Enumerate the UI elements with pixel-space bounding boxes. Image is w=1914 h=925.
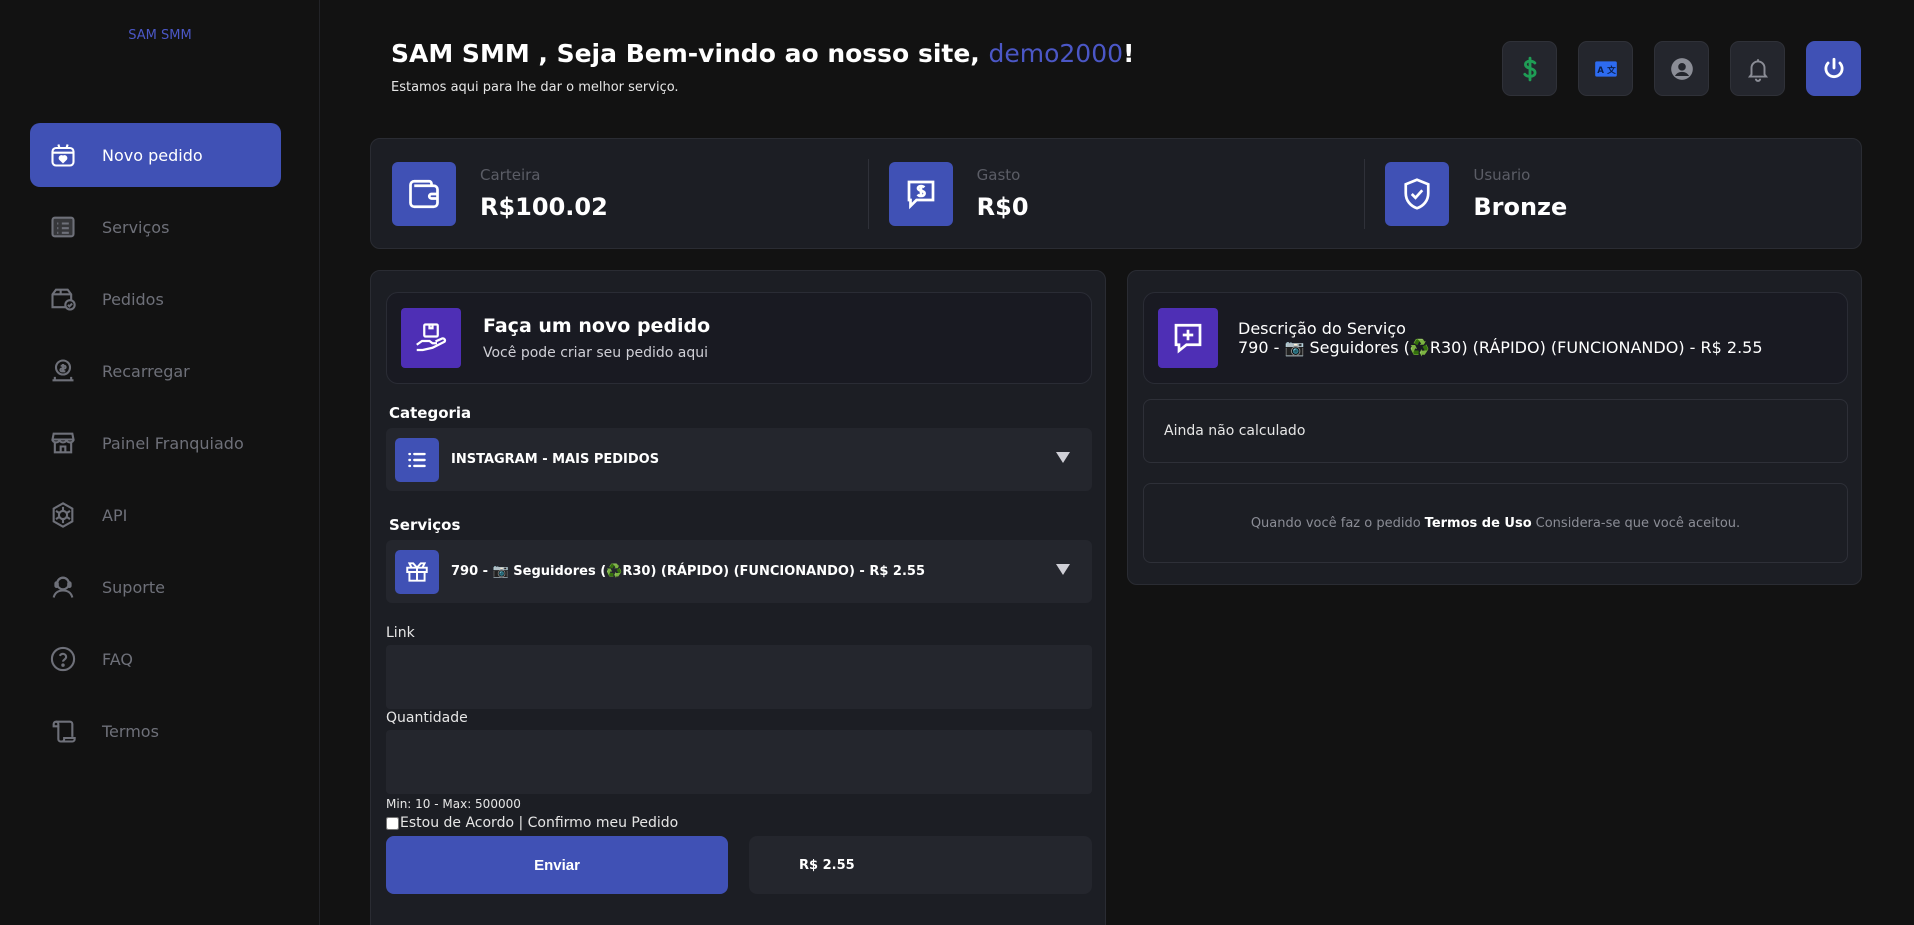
sidebar-item-servicos[interactable]: Serviços (30, 195, 281, 259)
list-icon (395, 437, 439, 482)
logout-button[interactable] (1806, 41, 1861, 96)
brand-logo[interactable]: SAM SMM (0, 28, 320, 43)
sidebar-item-label: Pedidos (102, 289, 164, 309)
order-price: R$ 2.55 (749, 836, 1092, 894)
sidebar-item-label: Termos (102, 721, 159, 741)
agree-checkbox[interactable] (386, 816, 399, 830)
sidebar-item-termos[interactable]: Termos (30, 699, 281, 763)
shield-check-icon (1385, 161, 1450, 226)
notifications-button[interactable] (1730, 41, 1785, 96)
sidebar-item-api[interactable]: API (30, 483, 281, 547)
link-label: Link (386, 625, 415, 641)
quantity-input[interactable] (386, 730, 1092, 794)
bell-icon (1747, 58, 1768, 82)
wallet-icon (392, 161, 456, 226)
sidebar-item-label: Serviços (102, 217, 170, 237)
message-plus-icon (1158, 308, 1218, 368)
stat-value: R$100.02 (480, 193, 608, 221)
sidebar-item-novo-pedido[interactable]: Novo pedido (30, 123, 281, 187)
agree-label: Estou de Acordo | Confirmo meu Pedido (400, 815, 679, 831)
stat-value: Bronze (1473, 193, 1568, 221)
sidebar-item-label: Novo pedido (102, 145, 203, 165)
sidebar: SAM SMM Novo pedido Serviços Pedidos Rec… (0, 0, 320, 925)
new-order-header: Faça um novo pedido Você pode criar seu … (386, 292, 1092, 384)
heart-box-icon (48, 140, 78, 170)
stat-label: Carteira (480, 166, 541, 184)
money-hand-icon (48, 356, 78, 386)
sidebar-nav: Novo pedido Serviços Pedidos Recarregar … (30, 123, 281, 771)
language-button[interactable]: A文 (1578, 41, 1633, 96)
submit-order-button[interactable]: Enviar (386, 836, 728, 894)
stat-spent: Gasto R$0 (867, 139, 1365, 248)
sidebar-item-suporte[interactable]: Suporte (30, 555, 281, 619)
list-icon (48, 212, 78, 242)
description-header: Descrição do Serviço 790 - 📷 Seguidores … (1143, 292, 1848, 384)
store-icon (48, 428, 78, 458)
new-order-subtitle: Você pode criar seu pedido aqui (483, 345, 708, 361)
agree-row: Estou de Acordo | Confirmo meu Pedido (386, 815, 678, 831)
quantity-limits: Min: 10 - Max: 500000 (386, 797, 521, 811)
quantity-label: Quantidade (386, 710, 468, 726)
profile-button[interactable] (1654, 41, 1709, 96)
welcome-subtitle: Estamos aqui para lhe dar o melhor servi… (391, 80, 679, 95)
dollar-icon (1522, 56, 1537, 81)
package-check-icon (48, 284, 78, 314)
service-selected-value: 790 - 📷 Seguidores (♻️R30) (RÁPIDO) (FUN… (451, 564, 925, 579)
terms-prefix: Quando você faz o pedido (1250, 515, 1421, 531)
user-icon (1670, 57, 1693, 80)
description-title: Descrição do Serviço (1238, 319, 1406, 338)
services-label: Serviços (389, 516, 461, 534)
calculation-status: Ainda não calculado (1143, 399, 1848, 463)
new-order-title: Faça um novo pedido (483, 315, 711, 337)
chevron-down-icon (1056, 452, 1070, 463)
translate-icon: A文 (1594, 60, 1617, 77)
category-select[interactable]: INSTAGRAM - MAIS PEDIDOS (386, 428, 1092, 491)
api-gear-icon (48, 500, 78, 530)
terms-notice: Quando você faz o pedido Termos de Uso C… (1143, 483, 1848, 563)
category-label: Categoria (389, 404, 472, 422)
chevron-down-icon (1056, 564, 1070, 575)
support-icon (48, 572, 78, 602)
power-icon (1824, 57, 1843, 78)
description-service: 790 - 📷 Seguidores (♻️R30) (RÁPIDO) (FUN… (1238, 338, 1763, 357)
svg-text:A: A (1597, 65, 1604, 75)
terms-suffix: Considera-se que você aceitou. (1535, 515, 1741, 531)
sidebar-item-label: API (102, 505, 128, 525)
sidebar-item-label: Recarregar (102, 361, 190, 381)
service-description-panel: Descrição do Serviço 790 - 📷 Seguidores … (1127, 270, 1862, 585)
sidebar-item-recarregar[interactable]: Recarregar (30, 339, 281, 403)
new-order-panel: Faça um novo pedido Você pode criar seu … (370, 270, 1106, 925)
box-icon (395, 549, 439, 594)
service-select[interactable]: 790 - 📷 Seguidores (♻️R30) (RÁPIDO) (FUN… (386, 540, 1092, 603)
welcome-title: SAM SMM , Seja Bem-vindo ao nosso site, … (391, 39, 1134, 68)
username: demo2000 (988, 39, 1124, 68)
sidebar-item-pedidos[interactable]: Pedidos (30, 267, 281, 331)
stat-wallet: Carteira R$100.02 (371, 139, 868, 248)
stat-value: R$0 (976, 193, 1029, 221)
money-message-icon (888, 161, 953, 226)
link-input[interactable] (386, 645, 1092, 709)
stat-label: Usuario (1473, 166, 1531, 184)
category-selected-value: INSTAGRAM - MAIS PEDIDOS (451, 452, 660, 467)
package-hand-icon (401, 308, 461, 368)
sidebar-item-label: Suporte (102, 577, 165, 597)
svg-text:文: 文 (1606, 63, 1616, 75)
sidebar-item-label: Painel Franquiado (102, 433, 244, 453)
question-icon (48, 644, 78, 674)
welcome-prefix: SAM SMM , Seja Bem-vindo ao nosso site, (391, 39, 989, 68)
terms-link[interactable]: Termos de Uso (1425, 516, 1532, 531)
balance-button[interactable] (1502, 41, 1557, 96)
stat-label: Gasto (976, 166, 1021, 184)
top-actions: A文 (1502, 41, 1861, 96)
sidebar-item-painel-franquiado[interactable]: Painel Franquiado (30, 411, 281, 475)
sidebar-item-label: FAQ (102, 649, 133, 669)
sidebar-item-faq[interactable]: FAQ (30, 627, 281, 691)
stats-bar: Carteira R$100.02 Gasto R$0 Usuario Bron… (370, 138, 1862, 249)
stat-user-level: Usuario Bronze (1364, 139, 1861, 248)
scroll-icon (48, 716, 78, 746)
welcome-suffix: ! (1123, 39, 1135, 68)
